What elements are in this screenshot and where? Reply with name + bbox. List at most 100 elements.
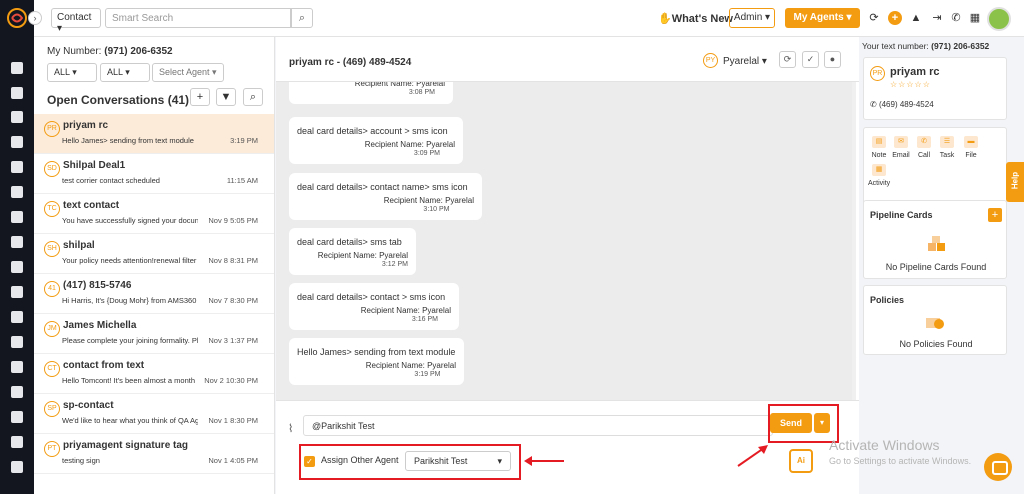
conversation-preview: Hello James> sending from text module — [62, 136, 194, 145]
conversation-item[interactable]: SD Shilpal Deal1 test corrier contact sche… — [34, 154, 274, 194]
documents-icon[interactable] — [11, 111, 23, 123]
conversation-avatar: PR — [44, 121, 60, 137]
conversation-time: Nov 1 4:05 PM — [208, 456, 258, 465]
windows-watermark-subtitle: Go to Settings to activate Windows. — [829, 456, 972, 466]
support-chat-icon[interactable] — [984, 453, 1012, 481]
dashboard-icon[interactable] — [11, 62, 23, 74]
message-time: 3:08 PM — [408, 89, 435, 96]
search-conversations-icon[interactable]: ⌕ — [243, 88, 263, 106]
conversation-preview: We'd like to hear what you think of QA A… — [62, 416, 198, 425]
phone-icon[interactable]: ✆ — [950, 12, 962, 24]
help-tab[interactable]: Help — [1006, 162, 1024, 202]
conversation-item[interactable]: JM James Michella Please complete your joi… — [34, 314, 274, 354]
search-icon[interactable]: ⌕ — [291, 8, 313, 28]
call-action[interactable]: ✆ Call — [913, 136, 935, 159]
attachment-icon[interactable]: ⌇ — [288, 422, 293, 435]
thread-scrollbar[interactable] — [852, 82, 856, 400]
quick-add-icon[interactable]: + — [888, 11, 902, 25]
sync-icon[interactable]: ⟳ — [779, 51, 796, 68]
conversation-avatar: TC — [44, 201, 60, 217]
google-icon[interactable] — [11, 336, 23, 348]
search-type-select[interactable]: Contact ▾ — [51, 8, 101, 34]
conversation-name: shilpal — [63, 240, 95, 251]
filter-funnel-icon[interactable] — [11, 211, 23, 223]
calculator-icon[interactable]: ▦ — [969, 12, 981, 24]
contact-card: PR priyam rc ☆☆☆☆☆ ✆ (469) 489-4524 — [863, 57, 1007, 120]
message-time: 3:12 PM — [381, 261, 408, 268]
conversation-item[interactable]: SP sp-contact We'd like to hear what you t… — [34, 394, 274, 434]
conversation-avatar: SP — [44, 401, 60, 417]
whats-new-link[interactable]: ✋What's New — [658, 12, 733, 25]
logout-icon[interactable]: ⇥ — [931, 12, 943, 24]
filter-type-select[interactable]: ALL ▾ — [100, 63, 150, 82]
agent-select[interactable]: Pyarelal ▾ — [723, 56, 767, 67]
reports-icon[interactable] — [11, 286, 23, 298]
conversation-time: Nov 2 10:30 PM — [204, 376, 258, 385]
user-avatar[interactable] — [987, 7, 1011, 31]
pipeline-cards-card: Pipeline Cards + No Pipeline Cards Found — [863, 200, 1007, 279]
person-icon[interactable]: ● — [824, 51, 841, 68]
open-conversations-title: Open Conversations (41) — [47, 93, 190, 107]
calendar-icon[interactable] — [11, 361, 23, 373]
email-action[interactable]: ✉ Email — [890, 136, 912, 159]
conversation-item[interactable]: PT priyamagent signature tag testing sign N… — [34, 434, 274, 474]
admin-select[interactable]: Admin ▾ — [729, 8, 775, 28]
conversation-preview: Please complete your joining formality. … — [62, 336, 198, 345]
contact-phone[interactable]: ✆ (469) 489-4524 — [870, 100, 934, 109]
message-text: deal card details> sms tab — [297, 237, 402, 247]
conversation-name: Shilpal Deal1 — [63, 160, 126, 171]
refresh-icon[interactable]: ⟳ — [868, 12, 880, 24]
conversation-preview: testing sign — [62, 456, 100, 465]
list-icon[interactable] — [11, 161, 23, 173]
task-action[interactable]: ☰ Task — [936, 136, 958, 159]
message-recipient: Recipient Name: Pyarelal — [317, 251, 408, 260]
app-sidebar — [0, 0, 34, 494]
activity-action[interactable]: ▦ Activity — [868, 164, 890, 187]
app-logo-icon[interactable] — [7, 8, 27, 28]
contact-name[interactable]: priyam rc — [890, 66, 940, 78]
add-pipeline-card-icon[interactable]: + — [988, 208, 1002, 222]
profile-card-icon[interactable] — [11, 186, 23, 198]
conversation-item[interactable]: TC text contact You have successfully sign… — [34, 194, 274, 234]
rating-stars-icon[interactable]: ☆☆☆☆☆ — [890, 80, 931, 89]
folder-icon[interactable] — [11, 311, 23, 323]
message-thread[interactable]: Recipient Name: Pyarelal 3:08 PM deal card… — [276, 82, 856, 400]
dollar-icon[interactable] — [11, 436, 23, 448]
message-time: 3:09 PM — [413, 150, 440, 157]
file-action[interactable]: ▬ File — [960, 136, 982, 159]
policy-icon[interactable] — [11, 261, 23, 273]
mail-icon[interactable] — [11, 386, 23, 398]
conversation-item[interactable]: PR priyam rc Hello James> sending from tex… — [34, 114, 274, 154]
select-agent-select[interactable]: Select Agent ▾ — [152, 63, 224, 82]
hand-icon: ✋ — [658, 13, 672, 25]
conversation-avatar: SH — [44, 241, 60, 257]
add-conversation-icon[interactable]: + — [190, 88, 210, 106]
my-agents-button[interactable]: My Agents ▾ — [785, 8, 860, 28]
conversation-preview: Your policy needs attention!renewal filt… — [62, 256, 197, 265]
message-time: 3:10 PM — [423, 206, 450, 213]
contacts-icon[interactable] — [11, 87, 23, 99]
note-action[interactable]: ▤ Note — [868, 136, 890, 159]
chat-header: priyam rc - (469) 489-4524 PY Pyarelal ▾… — [276, 37, 859, 82]
megaphone-icon[interactable] — [11, 236, 23, 248]
annotation-arrows — [524, 445, 768, 467]
filter-status-select[interactable]: ALL ▾ — [47, 63, 97, 82]
empty-boxes-icon — [928, 236, 945, 251]
conversation-item[interactable]: SH shilpal Your policy needs attention!ren… — [34, 234, 274, 274]
conversation-avatar: CT — [44, 361, 60, 377]
filter-icon[interactable]: ▼ — [216, 88, 236, 106]
conversation-item[interactable]: CT contact from text Hello Tomcont! It's b… — [34, 354, 274, 394]
smart-search-input[interactable]: Smart Search — [105, 8, 291, 28]
conversation-list-panel: My Number: (971) 206-6352 ALL ▾ ALL ▾ Se… — [34, 37, 275, 494]
tasks-icon[interactable] — [11, 136, 23, 148]
conversation-preview: Hello Tomcont! It's been almost a month — [62, 376, 196, 385]
bell-icon[interactable]: ▲ — [910, 12, 922, 24]
analytics-icon[interactable] — [11, 461, 23, 473]
message-input[interactable]: @Parikshit Test — [303, 415, 773, 436]
check-icon[interactable]: ✓ — [802, 51, 819, 68]
message-bubble: deal card details> contact > sms icon Rec… — [289, 283, 459, 330]
sidebar-collapse-chevron-icon[interactable]: › — [28, 11, 42, 25]
signature-icon[interactable] — [11, 411, 23, 423]
conversation-name: James Michella — [63, 320, 137, 331]
conversation-item[interactable]: 41 (417) 815-5746 Hi Harris, It's {Doug Mo… — [34, 274, 274, 314]
